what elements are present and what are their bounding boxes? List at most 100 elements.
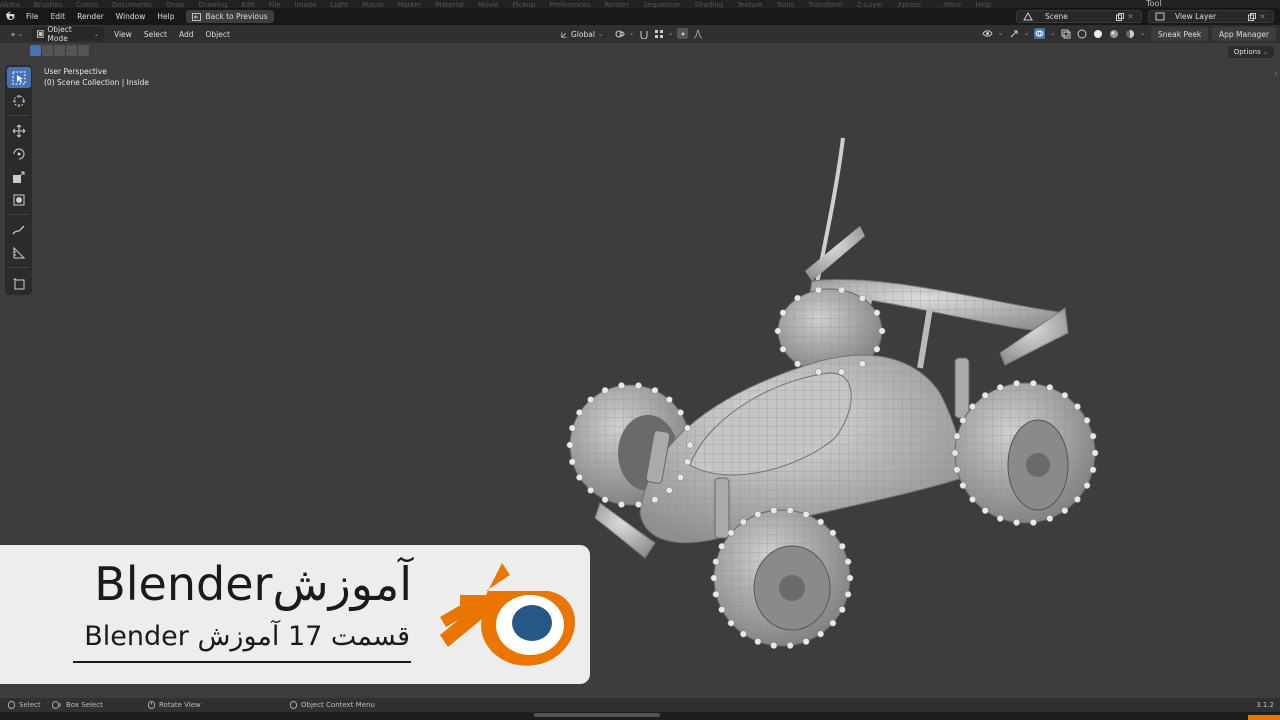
cursor-icon[interactable] bbox=[7, 90, 31, 111]
snap-icon[interactable] bbox=[638, 28, 649, 39]
menu-edit[interactable]: Edit bbox=[45, 12, 72, 21]
select-box-icon[interactable] bbox=[6, 67, 31, 88]
new-scene-icon[interactable] bbox=[1114, 11, 1125, 22]
tire-stud bbox=[774, 327, 782, 335]
tire-stud bbox=[786, 642, 794, 649]
tire-stud bbox=[770, 507, 778, 514]
falloff-icon[interactable] bbox=[692, 28, 703, 39]
mouse-drag-icon bbox=[52, 701, 61, 709]
proportional-edit-icon[interactable] bbox=[677, 28, 689, 39]
menu-window[interactable]: Window bbox=[110, 12, 152, 21]
tire-stud bbox=[951, 449, 959, 457]
header-menu-view[interactable]: View bbox=[108, 30, 138, 39]
tire-stud bbox=[1083, 482, 1091, 489]
tire-stud bbox=[754, 638, 762, 646]
tire-stud bbox=[846, 574, 854, 582]
visibility-icon[interactable] bbox=[982, 28, 993, 39]
back-to-previous-button[interactable]: Back to Previous bbox=[186, 10, 274, 23]
sneak-peek-button[interactable]: Sneak Peek bbox=[1151, 27, 1209, 41]
taskbar-handle[interactable] bbox=[534, 713, 660, 717]
select-mode-subtract-icon[interactable] bbox=[54, 45, 65, 56]
banner-underline bbox=[73, 661, 411, 663]
gizmo-icon[interactable] bbox=[1008, 28, 1019, 39]
background-menu-item: Documents bbox=[112, 1, 152, 9]
tire-stud bbox=[712, 590, 720, 598]
mouse-left-icon bbox=[8, 701, 15, 709]
blender-menu-icon[interactable] bbox=[0, 8, 20, 25]
menu-render[interactable]: Render bbox=[71, 12, 110, 21]
move-icon[interactable] bbox=[7, 120, 31, 141]
snap-target-icon[interactable] bbox=[653, 28, 664, 39]
measure-icon[interactable] bbox=[7, 242, 31, 263]
tire-stud bbox=[838, 606, 846, 614]
back-to-previous-label: Back to Previous bbox=[205, 12, 268, 21]
background-menu-item: Image bbox=[294, 1, 317, 9]
menu-help[interactable]: Help bbox=[151, 12, 180, 21]
shading-material-icon[interactable] bbox=[1108, 28, 1119, 39]
blender-logo-icon bbox=[440, 563, 575, 666]
view-perspective-text: User Perspective bbox=[44, 67, 107, 76]
shading-rendered-icon[interactable] bbox=[1124, 28, 1135, 39]
front-right-wheel bbox=[713, 509, 851, 647]
tire-stud bbox=[568, 424, 576, 432]
tire-stud bbox=[727, 529, 735, 537]
editor-type-dropdown[interactable]: ⌄ bbox=[6, 27, 28, 41]
shading-wireframe-icon[interactable] bbox=[1076, 28, 1087, 39]
tire-stud bbox=[739, 630, 747, 638]
tire-stud bbox=[981, 507, 989, 515]
close-view-layer-icon[interactable]: ✕ bbox=[1257, 11, 1268, 22]
select-mode-intersect-icon[interactable] bbox=[78, 45, 89, 56]
select-mode-extend-icon[interactable] bbox=[42, 45, 53, 56]
tire-stud bbox=[786, 507, 794, 514]
tire-stud bbox=[1013, 380, 1021, 387]
3d-viewport-icon bbox=[11, 32, 15, 36]
sidebar-toggle-icon[interactable]: ‹ bbox=[1275, 69, 1278, 78]
background-menu-item: Sequencer bbox=[643, 1, 681, 9]
object-mode-dropdown[interactable]: Object Mode ⌄ bbox=[32, 25, 104, 43]
background-menu-item: Transform bbox=[807, 1, 843, 9]
tire-stud bbox=[844, 558, 852, 566]
selection-mode-buttons bbox=[30, 45, 89, 56]
background-menu-item: Help bbox=[975, 1, 992, 9]
options-label: Options bbox=[1233, 48, 1261, 56]
background-menu-item: Brushes bbox=[33, 1, 63, 9]
rotate-icon[interactable] bbox=[7, 143, 31, 164]
tool-tab-label[interactable]: Tool bbox=[1146, 0, 1162, 8]
background-menu-item: Shading bbox=[694, 1, 724, 9]
header-menu-object[interactable]: Object bbox=[199, 30, 235, 39]
screen-back-icon bbox=[192, 12, 202, 21]
select-mode-invert-icon[interactable] bbox=[66, 45, 77, 56]
scale-icon[interactable] bbox=[7, 166, 31, 187]
background-menu-item: Light bbox=[330, 1, 349, 9]
tire-stud bbox=[794, 360, 802, 368]
close-scene-icon[interactable]: ✕ bbox=[1125, 11, 1136, 22]
pivot-point-icon[interactable] bbox=[614, 28, 625, 39]
scene-selector[interactable]: Scene ✕ bbox=[1016, 10, 1142, 23]
new-view-layer-icon[interactable] bbox=[1246, 11, 1257, 22]
taskbar-accent bbox=[1248, 715, 1280, 720]
options-dropdown[interactable]: Options ⌄ bbox=[1227, 46, 1274, 58]
header-menu-select[interactable]: Select bbox=[138, 30, 173, 39]
tire-stud bbox=[587, 486, 595, 494]
3d-viewport[interactable]: Options ⌄ ‹ User Perspective (0) Scene C… bbox=[0, 43, 1280, 698]
tire-stud bbox=[770, 642, 778, 649]
annotate-icon[interactable] bbox=[7, 219, 31, 240]
status-rotate-view: Rotate View bbox=[148, 701, 201, 709]
select-mode-new-icon[interactable] bbox=[30, 45, 41, 56]
add-cube-icon[interactable] bbox=[7, 272, 31, 293]
car-model[interactable] bbox=[560, 93, 1100, 653]
app-manager-button[interactable]: App Manager bbox=[1212, 27, 1276, 41]
header-menu-add[interactable]: Add bbox=[173, 30, 200, 39]
background-menu-item: File bbox=[268, 1, 281, 9]
xray-icon[interactable] bbox=[1060, 28, 1071, 39]
menu-file[interactable]: File bbox=[20, 12, 45, 21]
shading-solid-icon[interactable] bbox=[1092, 28, 1103, 39]
transform-icon[interactable] bbox=[7, 189, 31, 210]
tire-stud bbox=[576, 473, 583, 481]
mouse-middle-icon bbox=[148, 701, 155, 709]
tire-stud bbox=[802, 510, 810, 518]
transform-orientation-dropdown[interactable]: Global ⌄ bbox=[556, 27, 608, 41]
view-layer-selector[interactable]: View Layer ✕ bbox=[1148, 10, 1274, 23]
overlays-icon[interactable] bbox=[1034, 28, 1046, 39]
tire-stud bbox=[878, 327, 886, 335]
